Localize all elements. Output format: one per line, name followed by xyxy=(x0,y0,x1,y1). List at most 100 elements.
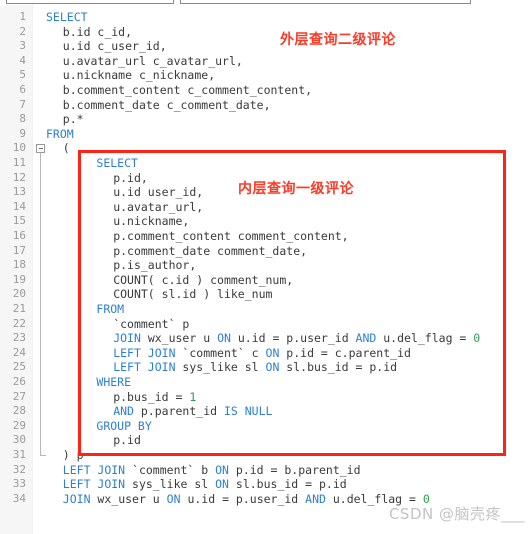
code-line[interactable]: 6 b.comment_content c_comment_content, xyxy=(0,83,531,98)
editor-tab-2[interactable] xyxy=(180,0,471,4)
code-line[interactable]: 7 b.comment_date c_comment_date, xyxy=(0,98,531,113)
code-line[interactable]: 26 WHERE xyxy=(0,375,531,390)
code-line[interactable]: 17 p.comment_date comment_date, xyxy=(0,244,531,259)
sql-keyword: SELECT xyxy=(46,10,88,24)
sql-identifier: p.comment_content comment_content, xyxy=(113,229,349,243)
code-line[interactable]: 30 p.id xyxy=(0,433,531,448)
code-text: WHERE xyxy=(96,375,131,390)
sql-identifier: wx_user u xyxy=(90,491,167,506)
line-number: 29 xyxy=(12,418,26,432)
sql-identifier: ) p xyxy=(62,448,84,462)
sql-identifier: u.id = p.user_id xyxy=(180,491,306,506)
editor-tab-1[interactable] xyxy=(6,0,174,4)
line-number: 30 xyxy=(12,433,26,447)
line-number: 7 xyxy=(19,97,26,111)
code-line[interactable]: 14 u.avatar_url, xyxy=(0,200,531,215)
sql-identifier: wx_user u xyxy=(140,331,218,346)
code-line[interactable]: 16 p.comment_content comment_content, xyxy=(0,229,531,244)
sql-identifier: `comment` b xyxy=(125,462,216,477)
line-number: 15 xyxy=(12,214,26,228)
code-text: p.id, xyxy=(113,171,148,186)
code-text: FROM xyxy=(96,302,124,317)
sql-keyword: AND xyxy=(305,491,326,506)
code-text: u.nickname c_nickname, xyxy=(63,68,215,83)
sql-identifier: p.* xyxy=(62,112,84,127)
code-text: FROM xyxy=(46,127,74,142)
code-fold-end-marker xyxy=(40,455,46,456)
code-line[interactable]: 8 p.* xyxy=(0,112,531,127)
sql-keyword: ON xyxy=(217,331,231,346)
line-number: 27 xyxy=(12,389,26,403)
code-line[interactable]: 20 COUNT( sl.id ) like_num xyxy=(0,287,531,302)
code-line[interactable]: 10 ( xyxy=(0,141,531,156)
code-line[interactable]: 28 AND p.parent_id IS NULL xyxy=(0,404,531,419)
sql-keyword: LEFT JOIN xyxy=(62,477,126,492)
sql-number: 1 xyxy=(189,389,197,404)
line-number: 12 xyxy=(12,170,26,184)
line-number: 6 xyxy=(19,83,26,96)
sql-keyword: SELECT xyxy=(96,156,138,170)
sql-identifier: u.avatar_url c_avatar_url, xyxy=(62,53,243,68)
code-line[interactable]: 11 SELECT xyxy=(0,156,531,171)
code-line[interactable]: 2 b.id c_id, xyxy=(0,25,531,40)
line-number: 3 xyxy=(19,39,26,53)
code-line[interactable]: 5 u.nickname c_nickname, xyxy=(0,68,531,83)
sql-identifier: ( xyxy=(62,141,70,156)
code-line[interactable]: 23 JOIN wx_user u ON u.id = p.user_id AND… xyxy=(0,331,531,346)
line-number: 23 xyxy=(12,331,26,345)
sql-identifier: sys_like sl xyxy=(175,360,266,375)
sql-identifier: sys_like sl xyxy=(125,477,216,492)
code-line[interactable]: 19 COUNT( c.id ) comment_num, xyxy=(0,273,531,288)
code-line[interactable]: 1 SELECT xyxy=(0,10,531,25)
code-line[interactable]: 27 p.bus_id = 1 xyxy=(0,390,531,405)
code-line[interactable]: 3 u.id c_user_id, xyxy=(0,39,531,54)
inner-query-annotation: 内层查询一级评论 xyxy=(238,181,354,197)
code-fold-collapse-icon[interactable] xyxy=(36,143,45,153)
sql-identifier: u.id user_id, xyxy=(113,185,204,200)
line-number: 25 xyxy=(12,360,26,374)
code-text: LEFT JOIN `comment` b ON p.id = b.parent… xyxy=(63,463,361,478)
code-text: SELECT xyxy=(46,10,88,25)
sql-identifier: b.id c_id, xyxy=(62,24,133,39)
sql-keyword: AND xyxy=(113,404,134,419)
line-number: 9 xyxy=(19,126,26,140)
code-text: COUNT( sl.id ) like_num xyxy=(113,287,272,302)
sql-keyword: ON xyxy=(215,462,229,477)
code-text: `comment` p xyxy=(113,317,189,332)
sql-identifier: p.is_author, xyxy=(113,258,197,273)
code-line[interactable]: 4 u.avatar_url c_avatar_url, xyxy=(0,54,531,69)
sql-keyword: WHERE xyxy=(96,375,132,389)
line-number: 1 xyxy=(19,10,26,23)
code-text: LEFT JOIN `comment` c ON p.id = c.parent… xyxy=(113,346,411,361)
code-line[interactable]: 21 FROM xyxy=(0,302,531,317)
code-line[interactable]: 32 LEFT JOIN `comment` b ON p.id = b.pare… xyxy=(0,463,531,478)
code-line[interactable]: 9 FROM xyxy=(0,127,531,142)
sql-identifier: p.id = b.parent_id xyxy=(228,462,361,477)
sql-keyword: JOIN xyxy=(113,331,141,346)
code-text: p.* xyxy=(63,112,84,127)
code-text: LEFT JOIN sys_like sl ON sl.bus_id = p.i… xyxy=(113,360,397,375)
code-line[interactable]: 24 LEFT JOIN `comment` c ON p.id = c.pare… xyxy=(0,346,531,361)
code-text: p.bus_id = 1 xyxy=(113,390,196,405)
line-number: 32 xyxy=(12,462,26,476)
line-number: 17 xyxy=(12,243,26,257)
code-line[interactable]: 31) p xyxy=(0,448,531,463)
line-number: 22 xyxy=(12,316,26,330)
sql-code-editor[interactable]: 1 SELECT 2 b.id c_id, 3 u.id c_user_id, 4 u.ava… xyxy=(0,5,531,534)
sql-identifier: p.comment_date comment_date, xyxy=(113,243,308,258)
outer-query-annotation: 外层查询二级评论 xyxy=(280,32,396,48)
code-line[interactable]: 22 `comment` p xyxy=(0,317,531,332)
line-number: 33 xyxy=(12,477,26,491)
screenshot-root: 1 SELECT 2 b.id c_id, 3 u.id c_user_id, 4 u.ava… xyxy=(0,0,531,534)
sql-identifier: u.del_flag = xyxy=(376,331,474,346)
sql-identifier: p.parent_id xyxy=(133,404,224,419)
code-line[interactable]: 25 LEFT JOIN sys_like sl ON sl.bus_id = p… xyxy=(0,360,531,375)
sql-keyword: IS NULL xyxy=(223,404,273,419)
code-text: b.id c_id, xyxy=(63,25,132,40)
code-line[interactable]: 15 u.nickname, xyxy=(0,214,531,229)
code-text: u.avatar_url, xyxy=(113,200,203,215)
code-line[interactable]: 33 LEFT JOIN sys_like sl ON sl.bus_id = p… xyxy=(0,477,531,492)
code-line[interactable]: 18 p.is_author, xyxy=(0,258,531,273)
code-line[interactable]: 29 GROUP BY xyxy=(0,419,531,434)
line-number: 4 xyxy=(19,53,26,67)
